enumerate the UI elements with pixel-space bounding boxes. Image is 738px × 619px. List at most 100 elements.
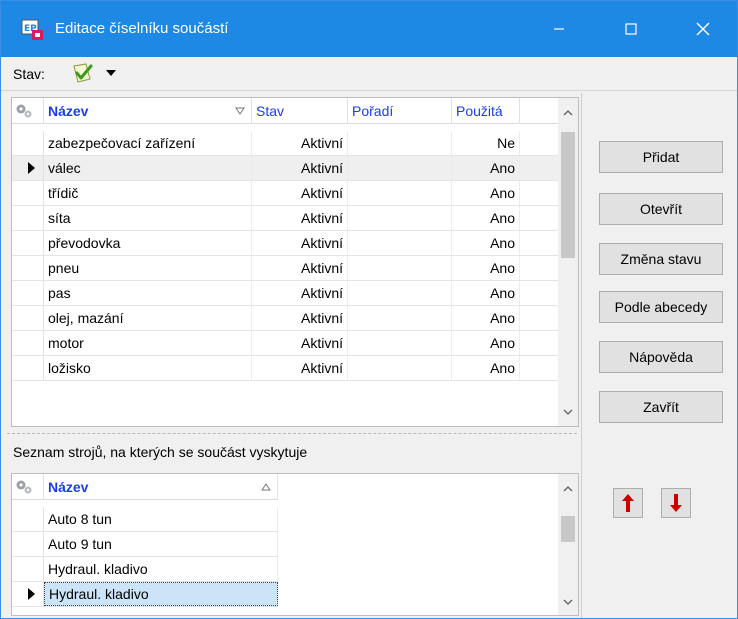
- scroll-up-button[interactable]: [558, 102, 578, 122]
- cell-poradi[interactable]: [348, 281, 452, 305]
- cell-poradi[interactable]: [348, 356, 452, 380]
- cell-nazev[interactable]: síta: [44, 206, 252, 230]
- lower-grid-scrollbar[interactable]: [558, 474, 578, 615]
- cell-nazev[interactable]: převodovka: [44, 231, 252, 255]
- cell-pouzita[interactable]: Ano: [452, 281, 520, 305]
- list-item[interactable]: Hydraul. kladivo: [12, 582, 278, 607]
- row-indicator[interactable]: [12, 281, 44, 305]
- table-row[interactable]: zabezpečovací zařízení Aktivní Ne: [12, 131, 558, 156]
- cell-stav[interactable]: Aktivní: [252, 131, 348, 155]
- close-dialog-button[interactable]: Zavřít: [599, 391, 723, 423]
- cell-poradi[interactable]: [348, 131, 452, 155]
- dropdown-arrow-icon[interactable]: [105, 67, 117, 79]
- cell-stav[interactable]: Aktivní: [252, 306, 348, 330]
- row-indicator[interactable]: [12, 231, 44, 255]
- row-indicator[interactable]: [12, 181, 44, 205]
- upper-grid-scrollbar[interactable]: [558, 98, 578, 426]
- row-indicator[interactable]: [12, 582, 44, 606]
- open-button[interactable]: Otevřít: [599, 193, 723, 225]
- cell-nazev[interactable]: olej, mazání: [44, 306, 252, 330]
- cell-pouzita[interactable]: Ano: [452, 331, 520, 355]
- scroll-down-button[interactable]: [558, 592, 578, 612]
- cell-nazev[interactable]: Auto 9 tun: [44, 532, 278, 556]
- table-row[interactable]: pneu Aktivní Ano: [12, 256, 558, 281]
- close-button[interactable]: [667, 1, 738, 57]
- row-indicator[interactable]: [12, 206, 44, 230]
- table-row[interactable]: třídič Aktivní Ano: [12, 181, 558, 206]
- column-selector[interactable]: [12, 474, 44, 500]
- cell-stav[interactable]: Aktivní: [252, 331, 348, 355]
- cell-stav[interactable]: Aktivní: [252, 281, 348, 305]
- list-item[interactable]: Auto 8 tun: [12, 507, 278, 532]
- change-status-button[interactable]: Změna stavu: [599, 243, 723, 275]
- table-row[interactable]: převodovka Aktivní Ano: [12, 231, 558, 256]
- scroll-up-button[interactable]: [558, 478, 578, 498]
- cell-stav[interactable]: Aktivní: [252, 181, 348, 205]
- column-header-pouzita[interactable]: Použitá: [452, 98, 520, 124]
- cell-nazev[interactable]: pas: [44, 281, 252, 305]
- minimize-button[interactable]: [523, 1, 595, 57]
- cell-pouzita[interactable]: Ne: [452, 131, 520, 155]
- cell-pouzita[interactable]: Ano: [452, 356, 520, 380]
- cell-nazev[interactable]: Auto 8 tun: [44, 507, 278, 531]
- move-up-button[interactable]: [613, 488, 643, 518]
- splitter[interactable]: [7, 433, 577, 434]
- table-row[interactable]: ložisko Aktivní Ano: [12, 356, 558, 381]
- cell-nazev[interactable]: motor: [44, 331, 252, 355]
- cell-poradi[interactable]: [348, 156, 452, 180]
- column-header-nazev[interactable]: Název: [44, 98, 252, 124]
- add-button[interactable]: Přidat: [599, 141, 723, 173]
- cell-poradi[interactable]: [348, 256, 452, 280]
- cell-pouzita[interactable]: Ano: [452, 206, 520, 230]
- row-indicator[interactable]: [12, 306, 44, 330]
- row-indicator[interactable]: [12, 131, 44, 155]
- cell-stav[interactable]: Aktivní: [252, 206, 348, 230]
- maximize-button[interactable]: [595, 1, 667, 57]
- title-bar[interactable]: EP Editace číselníku součástí: [1, 1, 737, 57]
- list-item[interactable]: Hydraul. kladivo: [12, 557, 278, 582]
- cell-nazev[interactable]: Hydraul. kladivo: [44, 582, 278, 606]
- cell-pouzita[interactable]: Ano: [452, 231, 520, 255]
- row-indicator[interactable]: [12, 356, 44, 380]
- column-selector[interactable]: [12, 98, 44, 124]
- cell-poradi[interactable]: [348, 331, 452, 355]
- row-indicator[interactable]: [12, 156, 44, 180]
- row-indicator[interactable]: [12, 557, 44, 581]
- cell-poradi[interactable]: [348, 306, 452, 330]
- cell-stav[interactable]: Aktivní: [252, 231, 348, 255]
- table-row[interactable]: válec Aktivní Ano: [12, 156, 558, 181]
- cell-nazev[interactable]: ložisko: [44, 356, 252, 380]
- table-row[interactable]: síta Aktivní Ano: [12, 206, 558, 231]
- cell-poradi[interactable]: [348, 231, 452, 255]
- scroll-thumb[interactable]: [561, 516, 575, 542]
- cell-nazev[interactable]: válec: [44, 156, 252, 180]
- column-header-poradi[interactable]: Pořadí: [348, 98, 452, 124]
- row-indicator[interactable]: [12, 256, 44, 280]
- cell-poradi[interactable]: [348, 206, 452, 230]
- cell-pouzita[interactable]: Ano: [452, 181, 520, 205]
- row-indicator[interactable]: [12, 532, 44, 556]
- row-indicator[interactable]: [12, 507, 44, 531]
- cell-pouzita[interactable]: Ano: [452, 256, 520, 280]
- cell-stav[interactable]: Aktivní: [252, 256, 348, 280]
- table-row[interactable]: motor Aktivní Ano: [12, 331, 558, 356]
- list-item[interactable]: Auto 9 tun: [12, 532, 278, 557]
- cell-poradi[interactable]: [348, 181, 452, 205]
- column-header-stav[interactable]: Stav: [252, 98, 348, 124]
- scroll-thumb[interactable]: [561, 132, 575, 258]
- cell-stav[interactable]: Aktivní: [252, 156, 348, 180]
- move-down-button[interactable]: [661, 488, 691, 518]
- cell-pouzita[interactable]: Ano: [452, 156, 520, 180]
- cell-nazev[interactable]: třídič: [44, 181, 252, 205]
- cell-nazev[interactable]: Hydraul. kladivo: [44, 557, 278, 581]
- check-document-icon[interactable]: [71, 63, 95, 85]
- row-indicator[interactable]: [12, 331, 44, 355]
- cell-stav[interactable]: Aktivní: [252, 356, 348, 380]
- table-row[interactable]: olej, mazání Aktivní Ano: [12, 306, 558, 331]
- cell-nazev[interactable]: pneu: [44, 256, 252, 280]
- scroll-down-button[interactable]: [558, 402, 578, 422]
- table-row[interactable]: pas Aktivní Ano: [12, 281, 558, 306]
- cell-nazev[interactable]: zabezpečovací zařízení: [44, 131, 252, 155]
- cell-pouzita[interactable]: Ano: [452, 306, 520, 330]
- column-header-nazev[interactable]: Název: [44, 474, 278, 500]
